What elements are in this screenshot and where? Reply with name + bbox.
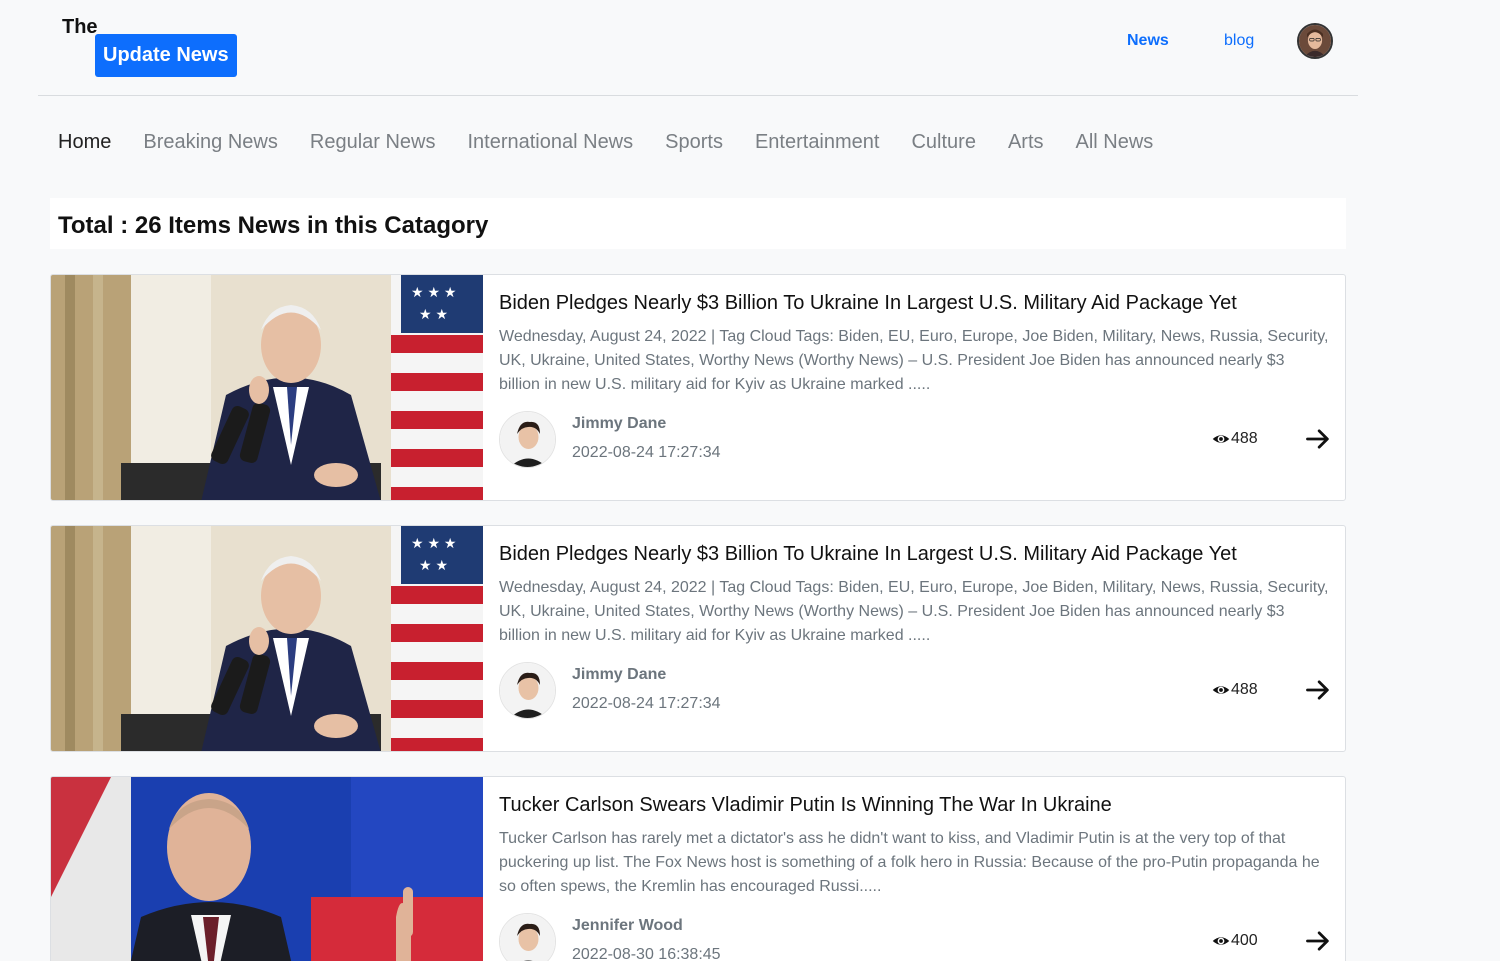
author-name: Jimmy Dane bbox=[572, 666, 667, 683]
news-description: Wednesday, August 24, 2022 | Tag Cloud T… bbox=[499, 579, 1329, 644]
nav-link-news[interactable]: News bbox=[1127, 32, 1169, 50]
view-count: 488 bbox=[1212, 681, 1258, 699]
author-avatar-image bbox=[500, 412, 555, 467]
news-body: Biden Pledges Nearly $3 Billion To Ukrai… bbox=[499, 275, 1329, 500]
eye-icon bbox=[1212, 937, 1230, 945]
news-title[interactable]: Biden Pledges Nearly $3 Billion To Ukrai… bbox=[499, 292, 1339, 315]
news-thumbnail[interactable] bbox=[51, 777, 483, 961]
news-card[interactable]: ★ ★ ★ ★ ★ Biden Pledges Nearly $3 Billio… bbox=[50, 274, 1346, 501]
category-tab-regular-news[interactable]: Regular News bbox=[310, 131, 436, 161]
news-card[interactable]: ★ ★ ★ ★ ★ Biden Pledges Nearly $3 Billio… bbox=[50, 525, 1346, 752]
category-nav: Home Breaking News Regular News Internat… bbox=[58, 131, 1185, 161]
svg-text:★ ★ ★: ★ ★ ★ bbox=[411, 284, 456, 300]
news-thumbnail[interactable]: ★ ★ ★ ★ ★ bbox=[51, 526, 483, 751]
category-tab-home[interactable]: Home bbox=[58, 131, 111, 161]
category-tab-culture[interactable]: Culture bbox=[911, 131, 975, 161]
svg-text:★ ★: ★ ★ bbox=[419, 306, 448, 322]
news-thumbnail-image: ★ ★ ★ ★ ★ bbox=[51, 526, 483, 751]
author-name: Jennifer Wood bbox=[572, 917, 683, 934]
nav-link-blog[interactable]: blog bbox=[1224, 32, 1254, 50]
view-count: 400 bbox=[1212, 932, 1258, 950]
logo-the[interactable]: The bbox=[62, 16, 98, 39]
arrow-right-icon[interactable] bbox=[1304, 927, 1332, 955]
category-tab-breaking-news[interactable]: Breaking News bbox=[143, 131, 278, 161]
category-tab-arts[interactable]: Arts bbox=[1008, 131, 1044, 161]
view-count-value: 488 bbox=[1231, 430, 1258, 447]
news-description: Wednesday, August 24, 2022 | Tag Cloud T… bbox=[499, 328, 1329, 393]
eye-icon bbox=[1212, 686, 1230, 694]
author-name: Jimmy Dane bbox=[572, 415, 667, 432]
view-count: 488 bbox=[1212, 430, 1258, 448]
site-header: The Update News News blog bbox=[38, 0, 1358, 96]
user-avatar[interactable] bbox=[1297, 23, 1333, 59]
arrow-right-icon[interactable] bbox=[1304, 425, 1332, 453]
author-avatar-image bbox=[500, 914, 555, 961]
svg-text:★ ★: ★ ★ bbox=[419, 557, 448, 573]
news-card[interactable]: Tucker Carlson Swears Vladimir Putin Is … bbox=[50, 776, 1346, 961]
category-tab-international-news[interactable]: International News bbox=[467, 131, 633, 161]
publish-date: 2022-08-24 17:27:34 bbox=[572, 444, 721, 461]
svg-text:★ ★ ★: ★ ★ ★ bbox=[411, 535, 456, 551]
news-title[interactable]: Biden Pledges Nearly $3 Billion To Ukrai… bbox=[499, 543, 1339, 566]
arrow-right-icon[interactable] bbox=[1304, 676, 1332, 704]
news-thumbnail-image bbox=[51, 777, 483, 961]
category-tab-sports[interactable]: Sports bbox=[665, 131, 723, 161]
publish-date: 2022-08-24 17:27:34 bbox=[572, 695, 721, 712]
news-title[interactable]: Tucker Carlson Swears Vladimir Putin Is … bbox=[499, 794, 1339, 817]
author-avatar bbox=[499, 411, 556, 468]
logo-badge[interactable]: Update News bbox=[95, 34, 237, 77]
news-thumbnail[interactable]: ★ ★ ★ ★ ★ bbox=[51, 275, 483, 500]
user-avatar-icon bbox=[1299, 25, 1331, 57]
view-count-value: 488 bbox=[1231, 681, 1258, 698]
news-thumbnail-image: ★ ★ ★ ★ ★ bbox=[51, 275, 483, 500]
publish-date: 2022-08-30 16:38:45 bbox=[572, 946, 721, 961]
news-body: Tucker Carlson Swears Vladimir Putin Is … bbox=[499, 777, 1329, 961]
author-avatar-image bbox=[500, 663, 555, 718]
author-avatar bbox=[499, 913, 556, 961]
eye-icon bbox=[1212, 435, 1230, 443]
total-bar: Total : 26 Items News in this Catagory bbox=[50, 198, 1346, 249]
page: The Update News News blog Home Breaking … bbox=[0, 0, 1500, 961]
news-body: Biden Pledges Nearly $3 Billion To Ukrai… bbox=[499, 526, 1329, 751]
news-description: Tucker Carlson has rarely met a dictator… bbox=[499, 830, 1320, 895]
category-tab-entertainment[interactable]: Entertainment bbox=[755, 131, 880, 161]
total-heading: Total : 26 Items News in this Catagory bbox=[58, 212, 489, 239]
author-avatar bbox=[499, 662, 556, 719]
category-tab-all-news[interactable]: All News bbox=[1076, 131, 1154, 161]
view-count-value: 400 bbox=[1231, 932, 1258, 949]
